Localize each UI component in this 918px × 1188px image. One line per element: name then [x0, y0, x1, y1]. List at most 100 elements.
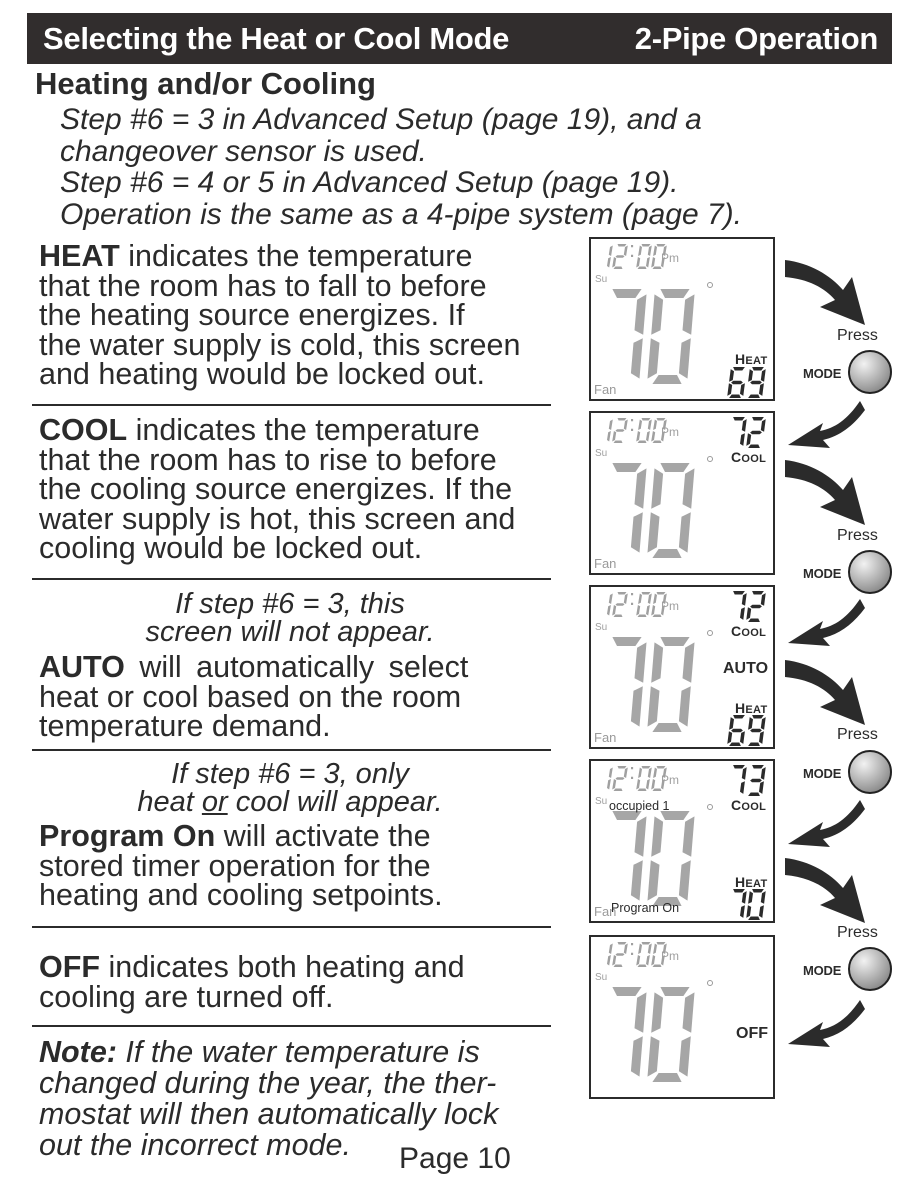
header-title: Selecting the Heat or Cool Mode: [43, 20, 510, 56]
lcd-day: Su: [595, 448, 608, 459]
segment: [653, 419, 658, 430]
segment: [647, 1036, 660, 1077]
seven-segment-number: [733, 591, 766, 622]
mode-label: MODE: [803, 366, 842, 381]
segment: [752, 417, 764, 421]
seven-segment-number: [733, 889, 766, 920]
lcd-heat-label: HEAT: [735, 700, 768, 716]
heat-line: the water supply is cold, this screen: [39, 327, 521, 362]
segment: [617, 244, 627, 247]
segment: [651, 605, 656, 616]
segment: [656, 592, 666, 595]
lcd-ampm: Pm: [661, 949, 679, 963]
segment: [729, 394, 741, 398]
mode-button[interactable]: [848, 750, 892, 794]
segment: [678, 686, 691, 727]
segment: [760, 767, 766, 780]
lcd-mode: OFF: [736, 1025, 768, 1042]
cool-line: that the room has to rise to before: [39, 442, 497, 477]
segment: [615, 255, 625, 258]
segment: [615, 429, 625, 432]
lcd-heat-setpoint: [727, 715, 766, 751]
segment: [623, 593, 628, 604]
segment: [733, 715, 745, 719]
segment: [638, 419, 643, 430]
segment: [647, 593, 652, 604]
lcd-ampm: Pm: [661, 773, 679, 787]
segment: [682, 816, 695, 857]
seven-segment-number: [607, 766, 628, 791]
segment: [647, 943, 652, 954]
heat-text: indicates the temperature: [119, 239, 473, 273]
cool-line: the cooling source energizes. If the: [39, 472, 513, 506]
segment: [741, 891, 747, 904]
segment: [759, 383, 764, 396]
segment: [612, 257, 617, 268]
intro-text: Step #6 = 3 in Advanced Setup (page 19),…: [60, 104, 742, 230]
segment: [729, 742, 741, 746]
lcd-heat-label: HEAT: [735, 351, 768, 367]
segment: [752, 889, 764, 893]
lcd-screen-off: : Pm Su OFF: [589, 935, 775, 1099]
seven-segment-number: [612, 811, 695, 906]
segment: [623, 419, 628, 430]
segment: [615, 953, 625, 956]
segment: [638, 943, 643, 954]
segment: [653, 245, 658, 256]
arrow-down-right-icon: [785, 260, 865, 325]
segment: [651, 816, 664, 857]
segment: [651, 992, 664, 1033]
segment: [748, 717, 753, 730]
segment: [740, 731, 745, 744]
lcd-day: Su: [595, 972, 608, 983]
lcd-occupied: occupied 1: [609, 799, 670, 813]
segment: [615, 603, 625, 606]
degree-icon: [707, 282, 713, 288]
segment: [652, 788, 662, 791]
lcd-room-temp: [599, 637, 695, 737]
segment: [651, 431, 656, 442]
segment: [636, 779, 641, 790]
segment: [652, 1073, 682, 1082]
segment: [750, 380, 762, 385]
segment: [660, 463, 690, 472]
segment: [746, 607, 752, 620]
arrow-down-right-icon: [785, 660, 865, 725]
segment: [740, 781, 745, 794]
lcd-time: :: [597, 759, 667, 791]
segment: [608, 593, 613, 604]
segment: [612, 289, 642, 298]
segment: [634, 992, 647, 1033]
segment: [748, 891, 753, 904]
lcd-heat-setpoint: [727, 889, 766, 925]
degree-icon: [707, 980, 713, 986]
lcd-heat-label: HEAT: [735, 874, 768, 890]
mode-button[interactable]: [848, 550, 892, 594]
segment: [637, 614, 647, 617]
program-note: If step #6 = 3, only heat or cool will a…: [30, 760, 550, 818]
auto-note-line: If step #6 = 3, this: [175, 588, 405, 620]
lcd-mode-label: COOL: [731, 449, 767, 465]
segment: [630, 1036, 643, 1077]
mode-button[interactable]: [848, 947, 892, 991]
mode-button[interactable]: [848, 350, 892, 394]
segment: [729, 717, 734, 730]
segment: [748, 916, 760, 920]
segment: [647, 419, 652, 430]
lcd-room-temp: [599, 811, 695, 911]
segment: [630, 686, 643, 727]
note-underlined: or: [201, 786, 228, 818]
segment: [760, 419, 766, 432]
lcd-cool-label: COOL: [731, 797, 766, 813]
segment: [641, 942, 651, 945]
segment: [678, 860, 691, 901]
segment: [634, 294, 647, 335]
segment: [651, 257, 656, 268]
off-keyword: OFF: [39, 950, 100, 984]
segment: [733, 765, 745, 769]
off-text: indicates both heating and: [100, 950, 465, 984]
auto-note: If step #6 = 3, this screen will not app…: [30, 588, 550, 647]
segment: [612, 605, 617, 616]
lcd-time: :: [597, 411, 667, 443]
lcd-mode: AUTO: [723, 660, 769, 677]
